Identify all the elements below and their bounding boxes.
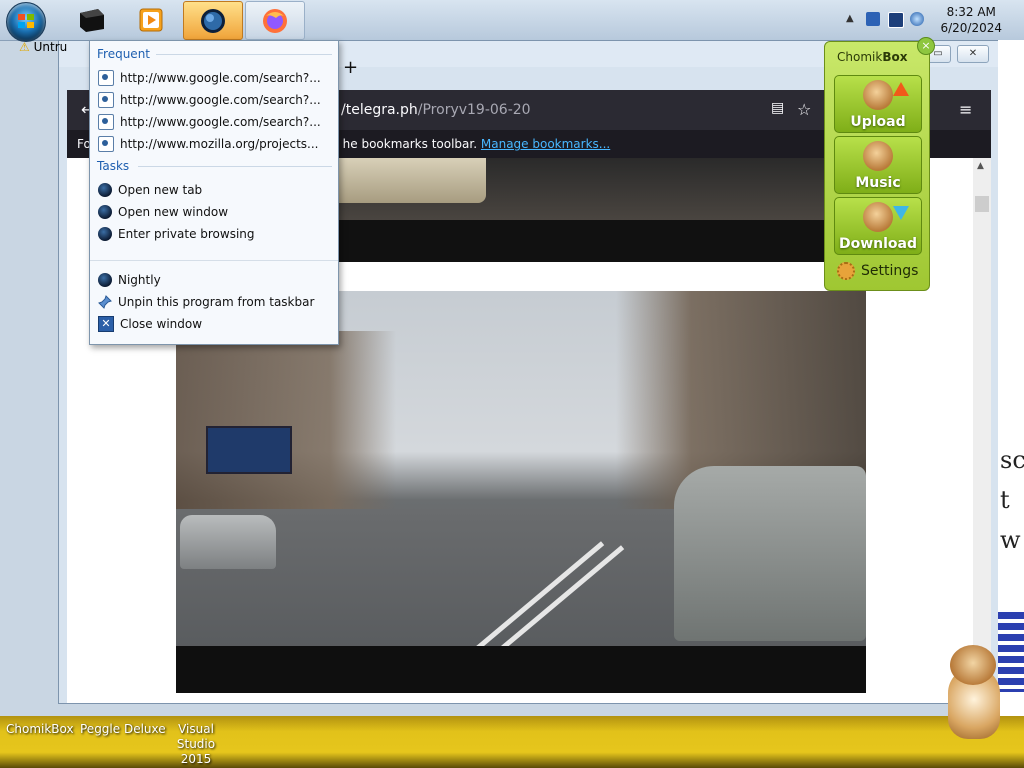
frequent-item[interactable]: http://www.mozilla.org/projects... — [98, 134, 330, 154]
taskbar-app-firefox[interactable] — [245, 1, 305, 40]
scrollbar-thumb[interactable] — [975, 196, 989, 212]
frequent-item[interactable]: http://www.google.com/search?... — [98, 68, 330, 88]
chomikbox-title: ChomikBox — [837, 50, 908, 64]
firefox-nightly-icon — [201, 8, 225, 33]
vertical-scrollbar[interactable]: ▲ — [973, 158, 991, 703]
hamster-icon — [863, 202, 893, 232]
photo-car-left — [180, 515, 276, 569]
taskbar-jump-list: Frequent http://www.google.com/search?..… — [89, 40, 339, 345]
black-app-icon — [80, 8, 104, 32]
unpin-icon — [98, 294, 112, 309]
close-window-item[interactable]: ✕ Close window — [98, 314, 330, 334]
taskbar-app-nightly[interactable] — [183, 1, 243, 40]
notice-text: he bookmarks toolbar. — [342, 137, 478, 151]
upload-label: Upload — [850, 114, 906, 130]
update-tray-icon[interactable] — [910, 12, 924, 26]
clock-time: 8:32 AM — [946, 5, 996, 19]
frequent-item[interactable]: http://www.google.com/search?... — [98, 112, 330, 132]
taskbar-app-black[interactable] — [62, 1, 120, 38]
nightly-icon — [98, 272, 112, 287]
photo-dashboard — [176, 646, 866, 693]
road-photo-top — [276, 158, 836, 262]
settings-label: Settings — [861, 263, 919, 279]
photo-dashboard — [276, 220, 836, 262]
url-path: /Proryv19-06-20 — [417, 102, 531, 118]
divider — [156, 54, 332, 55]
show-hidden-icons-icon[interactable]: ▲ — [846, 13, 854, 24]
gear-icon — [837, 262, 855, 280]
desktop-icon-visual-studio[interactable]: Visual Studio 2015 — [160, 722, 232, 767]
hamster-icon — [863, 80, 893, 110]
warning-icon: ⚠ — [19, 40, 30, 54]
download-label: Download — [838, 236, 918, 252]
nightly-icon — [98, 182, 112, 197]
unpin-item[interactable]: Unpin this program from taskbar — [98, 292, 330, 312]
chomikbox-settings-button[interactable]: Settings — [837, 262, 918, 280]
webpage-icon — [98, 91, 114, 108]
upload-arrow-icon — [893, 82, 909, 96]
window-title: ⚠ Untru — [19, 40, 68, 54]
webpage-icon — [98, 113, 114, 130]
photo-billboard — [206, 426, 292, 474]
chomikbox-upload-button[interactable]: Upload — [834, 75, 922, 133]
windows-logo-icon — [18, 14, 34, 28]
chomikbox-download-button[interactable]: Download — [834, 197, 922, 255]
photo-car-right — [674, 466, 866, 641]
nightly-icon — [98, 204, 112, 219]
desktop-icon-peggle[interactable]: Peggle Deluxe — [80, 722, 166, 737]
media-player-icon — [139, 8, 163, 31]
task-private-browsing[interactable]: Enter private browsing — [98, 224, 330, 244]
divider — [90, 260, 338, 261]
chomikbox-music-button[interactable]: Music — [834, 136, 922, 194]
display-tray-icon[interactable] — [888, 12, 904, 28]
frequent-header: Frequent — [97, 47, 150, 61]
hamster-head — [950, 645, 996, 685]
taskbar: ▲ 8:32 AM 6/20/2024 — [0, 0, 1024, 42]
chomikbox-close-button[interactable]: × — [917, 37, 935, 55]
reader-view-icon[interactable]: ▤ — [771, 100, 784, 116]
new-tab-button[interactable]: + — [343, 57, 358, 78]
divider — [138, 166, 332, 167]
bookmark-star-icon[interactable]: ☆ — [797, 100, 811, 119]
network-tray-icon[interactable] — [866, 12, 880, 26]
tasks-header: Tasks — [97, 159, 130, 173]
background-text: scl t w — [1000, 446, 1024, 554]
close-window-button[interactable]: ✕ — [957, 45, 989, 63]
nightly-icon — [98, 226, 112, 241]
firefox-icon — [263, 8, 287, 33]
road-photo-main — [176, 291, 866, 693]
task-open-new-tab[interactable]: Open new tab — [98, 180, 330, 200]
manage-bookmarks-link[interactable]: Manage bookmarks... — [481, 137, 610, 151]
close-icon: ✕ — [98, 315, 114, 332]
desktop-hamster-mascot[interactable] — [940, 645, 1006, 745]
photo-trees-left — [176, 331, 396, 511]
hamster-headphones-icon — [863, 141, 893, 171]
open-nightly-item[interactable]: Nightly — [98, 270, 330, 290]
start-button[interactable] — [6, 2, 46, 42]
webpage-icon — [98, 135, 114, 152]
task-open-new-window[interactable]: Open new window — [98, 202, 330, 222]
desktop-icon-chomikbox[interactable]: ChomikBox — [6, 722, 74, 737]
system-tray: ▲ 8:32 AM 6/20/2024 — [834, 0, 1024, 40]
system-clock[interactable]: 8:32 AM 6/20/2024 — [940, 4, 1002, 36]
url-host: /telegra.ph — [341, 102, 418, 118]
music-label: Music — [855, 175, 901, 191]
clock-date: 6/20/2024 — [940, 21, 1002, 35]
webpage-icon — [98, 69, 114, 86]
scroll-up-icon[interactable]: ▲ — [977, 161, 984, 171]
frequent-item[interactable]: http://www.google.com/search?... — [98, 90, 330, 110]
url-bar[interactable]: /telegra.ph/Proryv19-06-20 — [341, 102, 531, 118]
download-arrow-icon — [893, 206, 909, 220]
taskbar-app-media[interactable] — [122, 1, 180, 38]
menu-hamburger-icon[interactable]: ≡ — [959, 100, 972, 119]
chomikbox-widget: ChomikBox × Upload Music Download Settin… — [824, 37, 935, 291]
